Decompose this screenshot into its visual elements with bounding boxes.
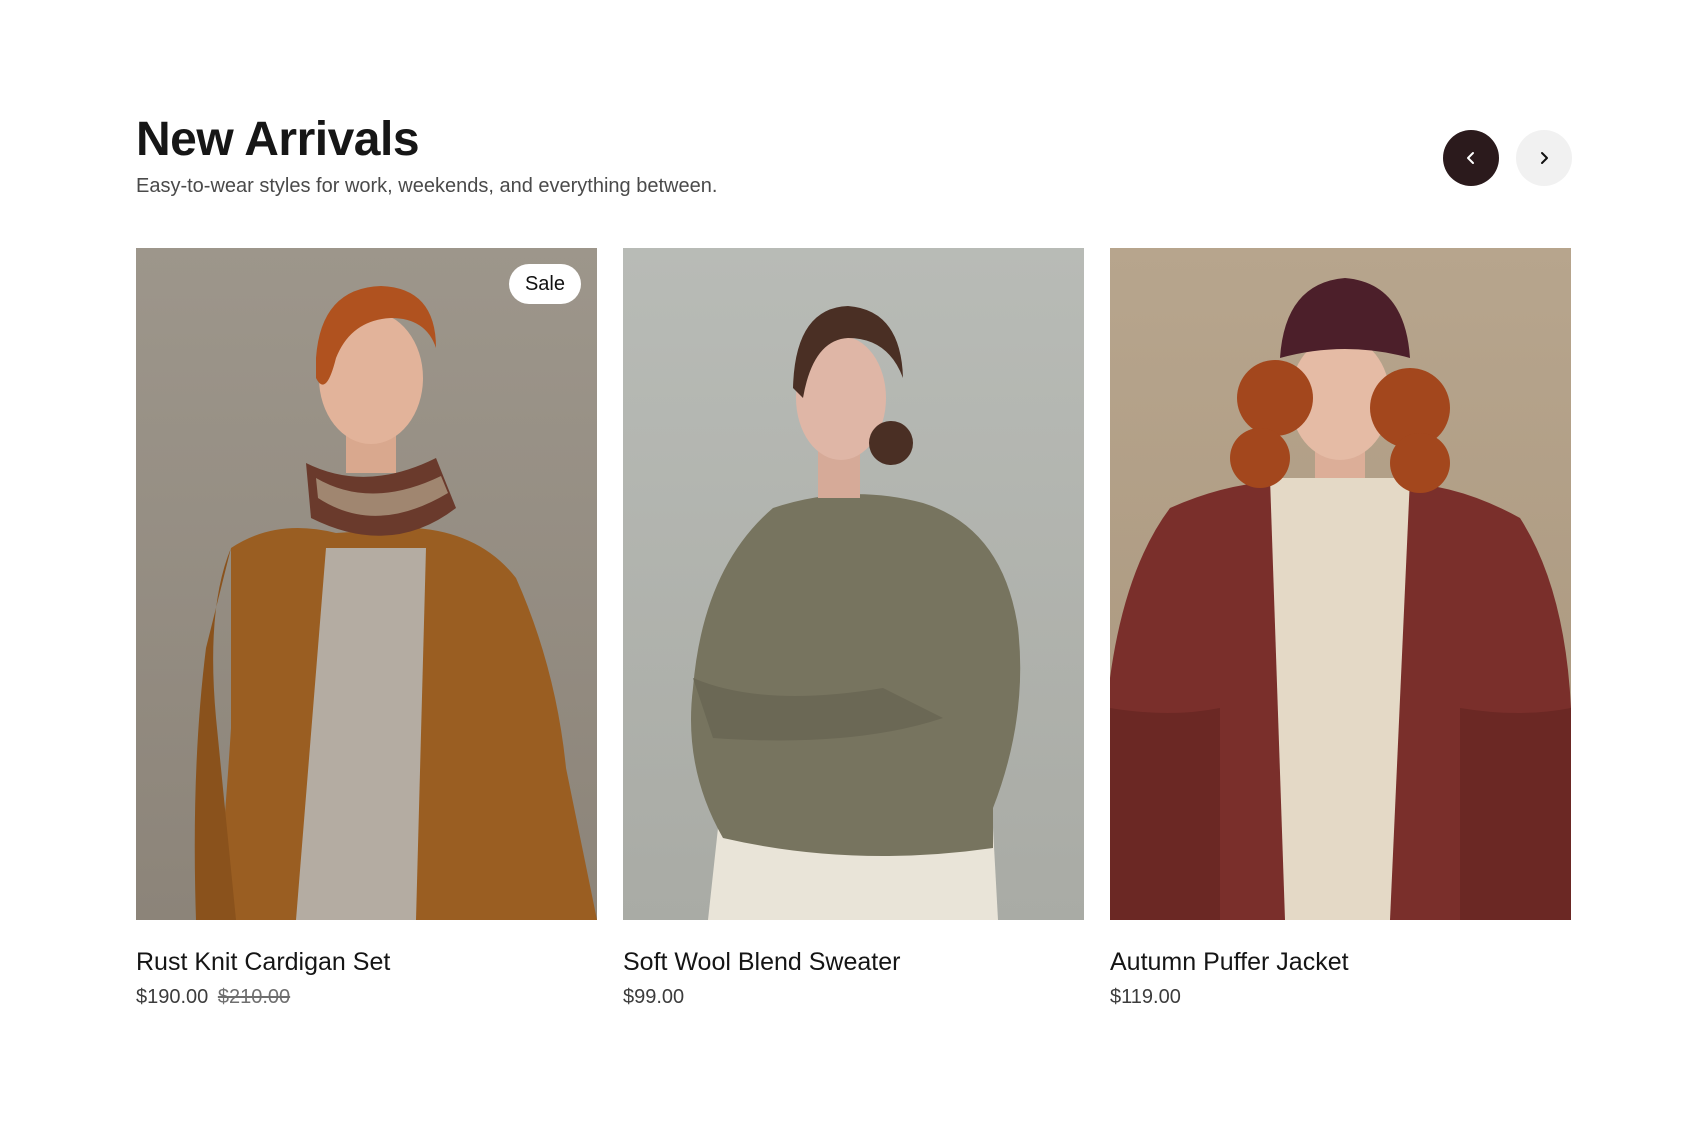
sale-badge: Sale (508, 264, 581, 304)
section-header: New Arrivals Easy-to-wear styles for wor… (136, 112, 1572, 248)
product-price-row: $190.00 $210.00 (136, 984, 597, 1010)
product-price: $99.00 (623, 986, 685, 1008)
product-name[interactable]: Autumn Puffer Jacket (1110, 946, 1571, 978)
product-name[interactable]: Rust Knit Cardigan Set (136, 946, 597, 978)
product-image[interactable] (623, 248, 1084, 920)
model-olive-wool-sweater-photo (623, 248, 1084, 920)
product-card[interactable]: Autumn Puffer Jacket $119.00 (1110, 248, 1571, 1010)
carousel-next-button[interactable] (1516, 130, 1572, 186)
product-price: $190.00 (136, 986, 209, 1008)
chevron-right-icon (1541, 152, 1548, 164)
product-image[interactable] (1110, 248, 1571, 920)
product-price: $119.00 (1110, 986, 1181, 1008)
product-image[interactable]: Sale (136, 248, 597, 920)
model-rust-knit-cardigan-photo (136, 248, 597, 920)
product-card[interactable]: Soft Wool Blend Sweater $99.00 (623, 248, 1084, 1010)
product-price-row: $99.00 (623, 984, 1084, 1010)
product-name[interactable]: Soft Wool Blend Sweater (623, 946, 1084, 978)
product-price-row: $119.00 (1110, 984, 1571, 1010)
product-grid: Sale Rust Knit Cardigan Set $190.00 $210… (136, 248, 1571, 1010)
section-title: New Arrivals (136, 113, 420, 166)
carousel-nav (1443, 130, 1572, 186)
product-compare-price: $210.00 (217, 986, 291, 1008)
carousel-prev-button[interactable] (1443, 130, 1499, 186)
chevron-left-icon (1467, 152, 1474, 164)
new-arrivals-section: New Arrivals Easy-to-wear styles for wor… (136, 112, 1572, 1008)
model-burgundy-puffer-jacket-photo (1110, 248, 1571, 920)
product-card[interactable]: Sale Rust Knit Cardigan Set $190.00 $210… (136, 248, 597, 1010)
section-subtitle: Easy-to-wear styles for work, weekends, … (136, 175, 718, 197)
